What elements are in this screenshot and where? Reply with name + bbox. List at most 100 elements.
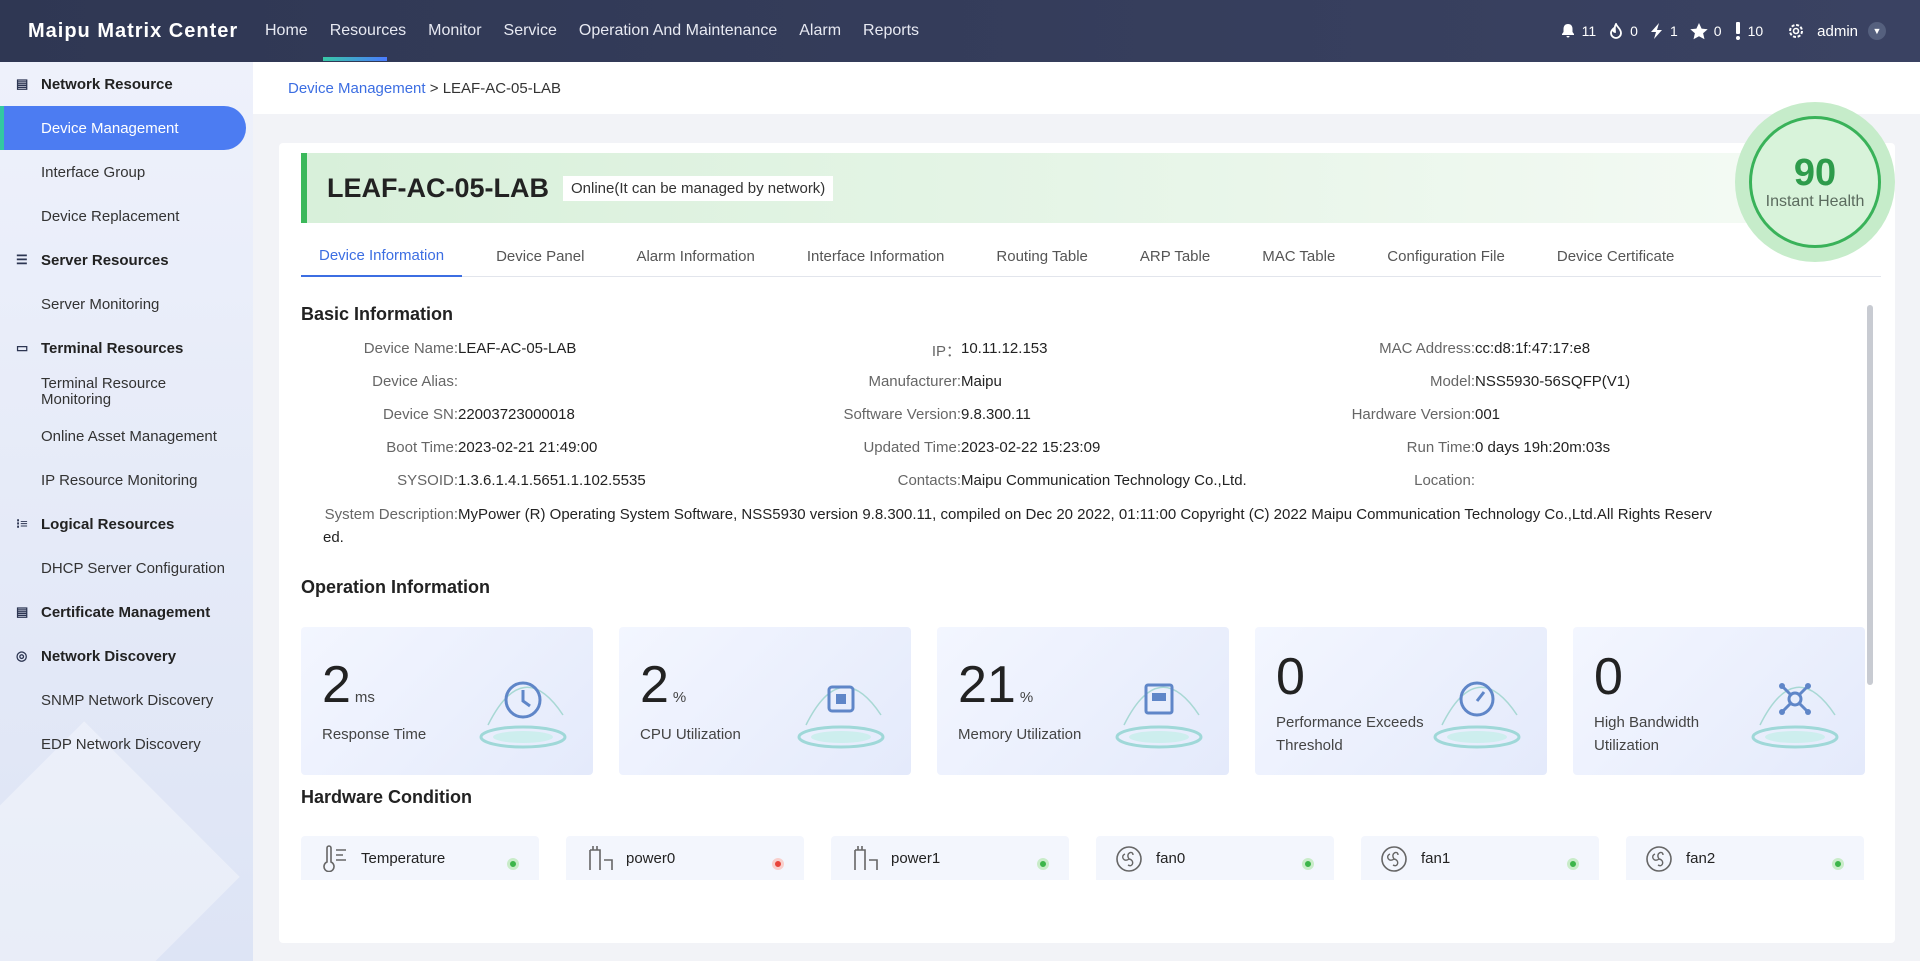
hardware-item-fan2[interactable]: fan2 (1626, 836, 1864, 880)
system-description-label: System Description: (324, 506, 458, 523)
health-ring: 90 Instant Health (1749, 116, 1881, 248)
alarm-exclamation[interactable]: 10 (1734, 22, 1763, 40)
sidebar-item-terminal-resource-monitoring[interactable]: Terminal Resource Monitoring (0, 370, 180, 414)
boot-time-value: 2023-02-21 21:49:00 (458, 439, 598, 456)
sidebar-item-ip-resource-monitoring[interactable]: IP Resource Monitoring (0, 458, 253, 502)
main-nav: Home Resources Monitor Service Operation… (254, 0, 930, 62)
nav-reports[interactable]: Reports (852, 0, 930, 62)
list-bullets-icon: ⁝≡ (16, 516, 28, 531)
sidebar-group-network-discovery[interactable]: ◎ Network Discovery (0, 634, 253, 678)
system-description-value: MyPower (R) Operating System Software, N… (458, 506, 1712, 523)
breadcrumb-current: LEAF-AC-05-LAB (442, 79, 562, 97)
group-label: Terminal Resources (41, 339, 184, 357)
alarm-fire[interactable]: 0 (1608, 23, 1638, 39)
ip-value: 10.11.12.153 (961, 340, 1048, 357)
star-count: 0 (1713, 23, 1722, 39)
nav-service[interactable]: Service (493, 0, 568, 62)
clock-icon (479, 681, 567, 749)
hardware-item-fan0[interactable]: fan0 (1096, 836, 1334, 880)
tab-routing-table[interactable]: Routing Table (978, 236, 1105, 277)
gear-icon[interactable] (1787, 22, 1805, 40)
sidebar-item-snmp-network-discovery[interactable]: SNMP Network Discovery (0, 678, 253, 722)
operation-info-heading: Operation Information (301, 577, 490, 597)
mac-label: MAC Address: (1379, 340, 1475, 357)
unit-label: % (672, 689, 687, 706)
sidebar-group-network-resource[interactable]: ▤ Network Resource (0, 62, 253, 106)
nav-alarm[interactable]: Alarm (788, 0, 852, 62)
tab-interface-information[interactable]: Interface Information (789, 236, 963, 277)
tab-device-panel[interactable]: Device Panel (478, 236, 602, 277)
metric-label: Response Time (322, 726, 427, 743)
memory-icon (1115, 683, 1203, 749)
nav-monitor[interactable]: Monitor (417, 0, 492, 62)
fire-count: 0 (1630, 23, 1638, 39)
nav-resources[interactable]: Resources (319, 0, 417, 62)
fire-icon (1610, 23, 1623, 39)
alarm-star[interactable]: 0 (1690, 22, 1722, 40)
system-description-value-wrap: ed. (323, 529, 344, 546)
vertical-scrollbar[interactable] (1867, 305, 1873, 685)
status-dot (1832, 858, 1844, 870)
alarm-bolt[interactable]: 1 (1650, 23, 1678, 39)
device-sn-value: 22003723000018 (458, 406, 575, 423)
health-score: 90 (1793, 152, 1837, 194)
app-title: Maipu Matrix Center (28, 19, 239, 42)
tab-device-certificate[interactable]: Device Certificate (1539, 236, 1693, 277)
device-detail-card: LEAF-AC-05-LAB Online(It can be managed … (279, 102, 1895, 943)
metric-label-line1: Performance Exceeds (1276, 714, 1424, 731)
status-dot (1302, 858, 1314, 870)
tab-mac-table[interactable]: MAC Table (1244, 236, 1353, 277)
sidebar-group-terminal-resources[interactable]: ▭ Terminal Resources (0, 326, 253, 370)
metric-performance-threshold: 0 Performance Exceeds Threshold (1255, 627, 1547, 775)
metric-label-line2: Utilization (1594, 737, 1660, 754)
thermometer-icon (323, 845, 346, 872)
run-time-value: 0 days 19h:20m:03s (1475, 439, 1611, 456)
tab-alarm-information[interactable]: Alarm Information (618, 236, 772, 277)
nav-operation[interactable]: Operation And Maintenance (568, 0, 788, 62)
sidebar-group-server-resources[interactable]: ☰ Server Resources (0, 238, 253, 282)
user-menu[interactable]: admin ▼ (1787, 22, 1886, 40)
sidebar-item-device-management[interactable]: Device Management (0, 106, 246, 150)
nav-home[interactable]: Home (254, 0, 319, 62)
breadcrumb: Device Management > LEAF-AC-05-LAB (253, 62, 1920, 114)
unit-label: % (1019, 689, 1034, 706)
status-dot (507, 858, 519, 870)
hardware-condition-heading: Hardware Condition (301, 787, 473, 807)
server-icon: ☰ (16, 252, 28, 267)
group-label: Server Resources (41, 251, 169, 269)
alarm-bell[interactable]: 11 (1560, 23, 1596, 39)
cpu-chip-icon (797, 685, 885, 749)
sidebar-item-device-replacement[interactable]: Device Replacement (0, 194, 253, 238)
tab-arp-table[interactable]: ARP Table (1122, 236, 1228, 277)
chevron-down-icon[interactable]: ▼ (1868, 22, 1886, 40)
tab-device-information[interactable]: Device Information (301, 236, 463, 277)
sidebar-item-online-asset-management[interactable]: Online Asset Management (0, 414, 253, 458)
device-name-value: LEAF-AC-05-LAB (458, 340, 577, 357)
sidebar-item-server-monitoring[interactable]: Server Monitoring (0, 282, 253, 326)
software-version-value: 9.8.300.11 (961, 406, 1031, 423)
metric-label-line1: High Bandwidth (1594, 714, 1700, 731)
sidebar-item-dhcp-server-configuration[interactable]: DHCP Server Configuration (0, 546, 253, 590)
manufacturer-label: Manufacturer: (868, 373, 961, 390)
hardware-item-power1[interactable]: power1 (831, 836, 1069, 880)
hardware-name: Temperature (361, 849, 446, 867)
sidebar-group-certificate-management[interactable]: ▤ Certificate Management (0, 590, 253, 634)
sidebar-item-interface-group[interactable]: Interface Group (0, 150, 253, 194)
hardware-item-fan1[interactable]: fan1 (1361, 836, 1599, 880)
sidebar-item-edp-network-discovery[interactable]: EDP Network Discovery (0, 722, 253, 766)
sidebar-group-logical-resources[interactable]: ⁝≡ Logical Resources (0, 502, 253, 546)
hardware-name: power0 (626, 849, 676, 867)
star-icon (1690, 22, 1708, 39)
status-dot (772, 858, 784, 870)
hardware-name: fan0 (1156, 849, 1186, 867)
tab-configuration-file[interactable]: Configuration File (1369, 236, 1523, 277)
metric-label: High Bandwidth Utilization (1594, 711, 1699, 757)
status-dot (1567, 858, 1579, 870)
updated-time-value: 2023-02-22 15:23:09 (961, 439, 1101, 456)
updated-time-label: Updated Time: (863, 439, 961, 456)
breadcrumb-parent-link[interactable]: Device Management (288, 80, 426, 97)
hardware-item-power0[interactable]: power0 (566, 836, 804, 880)
hardware-item-temperature[interactable]: Temperature (301, 836, 539, 880)
status-area: 11 0 1 0 10 admin ▼ (1548, 0, 1886, 62)
hardware-name: power1 (891, 849, 941, 867)
